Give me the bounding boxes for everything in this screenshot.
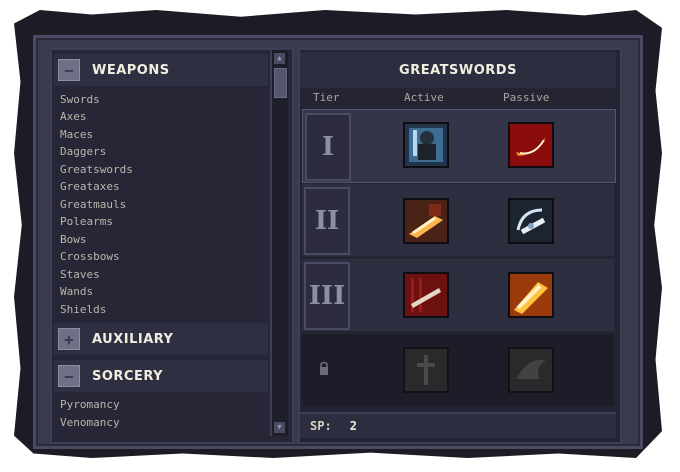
list-item-maces[interactable]: Maces [60, 128, 93, 141]
tier-row-locked [302, 334, 614, 406]
category-sorcery-label: SORCERY [92, 368, 164, 384]
list-item-venomancy[interactable]: Venomancy [60, 416, 120, 429]
scroll-thumb[interactable] [274, 68, 287, 98]
category-auxiliary-header[interactable]: + AUXILIARY [54, 323, 268, 355]
column-header-passive: Passive [503, 91, 550, 104]
list-item-axes[interactable]: Axes [60, 110, 87, 123]
column-header-tier: Tier [313, 91, 340, 104]
panel-title: GREATSWORDS [300, 52, 616, 88]
scroll-down-arrow-icon[interactable]: ▼ [274, 422, 285, 433]
category-auxiliary-label: AUXILIARY [92, 331, 174, 347]
list-item-greataxes[interactable]: Greataxes [60, 180, 120, 193]
expand-auxiliary-button[interactable]: + [58, 328, 80, 350]
list-item-staves[interactable]: Staves [60, 268, 100, 281]
skill-points-bar: SP: 2 [300, 412, 616, 438]
tier-row-2: II [302, 184, 614, 256]
category-sorcery-header[interactable]: − SORCERY [54, 360, 268, 392]
list-item-polearms[interactable]: Polearms [60, 215, 113, 228]
list-item-greatmauls[interactable]: Greatmauls [60, 198, 126, 211]
list-item-daggers[interactable]: Daggers [60, 145, 106, 158]
collapse-weapons-button[interactable]: − [58, 59, 80, 81]
list-item-swords[interactable]: Swords [60, 93, 100, 106]
tier-numeral: II [304, 187, 350, 255]
list-item-greatswords[interactable]: Greatswords [60, 163, 133, 176]
tier-numeral: III [304, 262, 350, 330]
category-weapons-label: WEAPONS [92, 62, 170, 78]
list-item-wands[interactable]: Wands [60, 285, 93, 298]
locked-sword-icon[interactable] [403, 347, 449, 393]
flaming-sword-thrust-icon[interactable] [403, 198, 449, 244]
tier-row-3: III [302, 259, 614, 331]
spinning-blade-icon[interactable] [508, 198, 554, 244]
list-item-crossbows[interactable]: Crossbows [60, 250, 120, 263]
tier-numeral: I [305, 113, 351, 181]
list-item-bows[interactable]: Bows [60, 233, 87, 246]
category-weapons-header[interactable]: − WEAPONS [54, 54, 268, 86]
collapse-sorcery-button[interactable]: − [58, 365, 80, 387]
tier-row-1: I [302, 109, 616, 183]
locked-wing-icon[interactable] [508, 347, 554, 393]
crescent-slash-icon[interactable] [508, 122, 554, 168]
skill-points-value: 2 [349, 419, 357, 433]
blood-blade-icon[interactable] [403, 272, 449, 318]
category-scrollbar[interactable]: ▲ ▼ [270, 50, 288, 436]
list-item-pyromancy[interactable]: Pyromancy [60, 398, 120, 411]
scroll-up-arrow-icon[interactable]: ▲ [274, 53, 285, 64]
list-item-shields[interactable]: Shields [60, 303, 106, 316]
skill-points-label: SP: [310, 419, 332, 433]
column-header-active: Active [404, 91, 444, 104]
fire-blade-icon[interactable] [508, 272, 554, 318]
lock-icon [320, 361, 328, 375]
armored-knight-icon[interactable] [403, 122, 449, 168]
